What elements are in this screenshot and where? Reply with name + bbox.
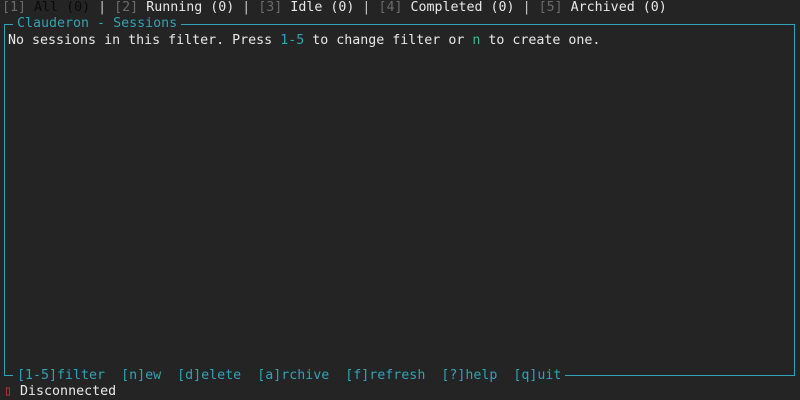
tab-separator: |: [522, 0, 531, 15]
shortcut-refresh[interactable]: [f]refresh: [345, 368, 425, 383]
sessions-panel: Clauderon - Sessions No sessions in this…: [4, 16, 795, 384]
shortcut-new[interactable]: [n]ew: [121, 368, 161, 383]
disconnected-icon: ▯: [4, 384, 13, 399]
status-bar: ▯ Disconnected: [4, 384, 116, 400]
tab-completed[interactable]: [4] Completed (0): [378, 0, 514, 15]
empty-state-message: No sessions in this filter. Press 1-5 to…: [8, 33, 601, 48]
tab-archived[interactable]: [5] Archived (0): [539, 0, 667, 15]
tab-separator: |: [98, 0, 107, 15]
tab-idle[interactable]: [3] Idle (0): [258, 0, 354, 15]
shortcut-archive[interactable]: [a]rchive: [257, 368, 329, 383]
shortcut-delete[interactable]: [d]elete: [177, 368, 241, 383]
panel-title: Clauderon - Sessions: [13, 16, 182, 32]
tab-separator: |: [362, 0, 371, 15]
tab-running[interactable]: [2] Running (0): [114, 0, 234, 15]
shortcut-filter[interactable]: [1-5]filter: [17, 368, 105, 383]
filter-tabs: [1] All (0) | [2] Running (0) | [3] Idle…: [2, 0, 667, 16]
tab-all[interactable]: [1] All (0): [2, 0, 90, 15]
shortcut-quit[interactable]: [q]uit: [513, 368, 561, 383]
connection-status: Disconnected: [20, 384, 117, 399]
tab-separator: |: [242, 0, 251, 15]
filter-range-key: 1-5: [280, 33, 305, 48]
shortcuts-bar: [1-5]filter [n]ew [d]elete [a]rchive [f]…: [13, 368, 566, 384]
shortcut-help[interactable]: [?]help: [441, 368, 497, 383]
